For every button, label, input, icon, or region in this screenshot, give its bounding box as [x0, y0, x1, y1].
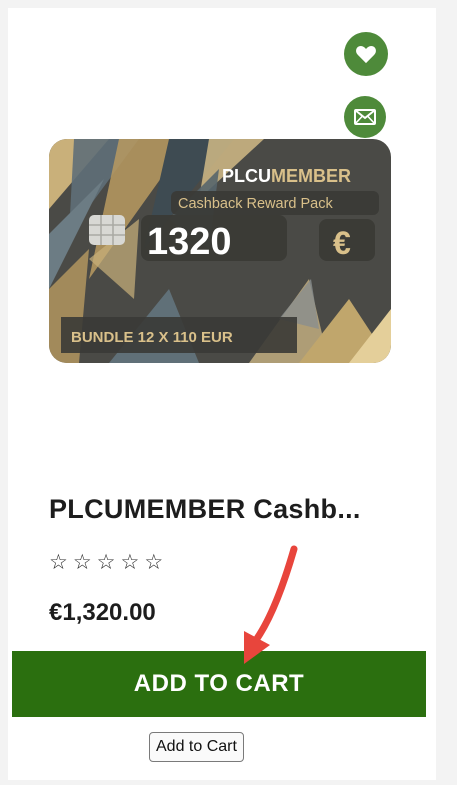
product-price: €1,320.00	[49, 599, 156, 626]
chip-icon	[89, 215, 125, 245]
rating-stars: ☆ ☆ ☆ ☆ ☆	[49, 552, 163, 573]
product-title[interactable]: PLCUMEMBER Cashb...	[49, 494, 409, 525]
card-currency: €	[333, 225, 351, 261]
star-icon: ☆	[72, 550, 92, 574]
product-image[interactable]: PLCUMEMBER Cashback Reward Pack 1320 € B…	[49, 139, 391, 363]
add-to-cart-button[interactable]: ADD TO CART	[12, 651, 426, 717]
gift-card-graphic: PLCUMEMBER Cashback Reward Pack 1320 € B…	[49, 139, 391, 363]
card-bundle: BUNDLE 12 X 110 EUR	[71, 329, 233, 346]
brand-prefix: PLCU	[222, 166, 271, 186]
svg-text:PLCUMEMBER: PLCUMEMBER	[222, 166, 351, 186]
star-icon: ☆	[120, 550, 140, 574]
card-amount: 1320	[147, 221, 232, 263]
envelope-icon	[354, 109, 376, 125]
email-share-button[interactable]	[344, 96, 386, 138]
heart-icon	[356, 45, 376, 64]
star-icon: ☆	[49, 550, 68, 574]
brand-suffix: MEMBER	[271, 166, 351, 186]
card-subtitle: Cashback Reward Pack	[178, 196, 333, 212]
wishlist-button[interactable]	[344, 32, 388, 76]
add-to-cart-small-button[interactable]: Add to Cart	[149, 732, 244, 762]
star-icon: ☆	[96, 550, 116, 574]
star-icon: ☆	[144, 550, 164, 574]
